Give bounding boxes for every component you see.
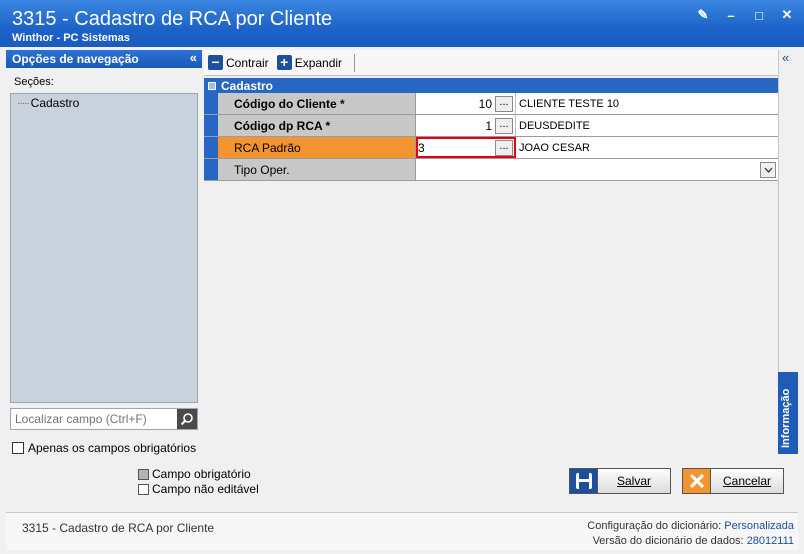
tree-connector: ····· bbox=[17, 97, 30, 109]
navigation-panel: Opções de navegação « Seções: ····· Cada… bbox=[6, 50, 202, 462]
lookup-button[interactable]: ... bbox=[495, 139, 513, 156]
legend-required: Campo obrigatório bbox=[138, 467, 259, 481]
collapse-info-icon[interactable]: « bbox=[782, 50, 789, 65]
readonly-swatch bbox=[138, 483, 149, 495]
search-button[interactable] bbox=[177, 409, 197, 429]
collapse-button[interactable]: − Contrair bbox=[208, 55, 269, 70]
tree-item-label: Cadastro bbox=[30, 96, 80, 110]
dictionary-config-label: Configuração do dicionário: bbox=[587, 520, 722, 532]
maximize-button[interactable]: □ bbox=[752, 8, 766, 23]
dictionary-version-row: Versão do dicionário de dados: 28012111 bbox=[587, 534, 794, 549]
search-icon bbox=[180, 413, 193, 426]
row-indent bbox=[204, 93, 218, 114]
navigation-header: Opções de navegação « bbox=[6, 50, 202, 68]
sections-tree: ····· Cadastro bbox=[10, 93, 198, 403]
field-label: Código dp RCA * bbox=[218, 115, 416, 136]
toolbar: − Contrair + Expandir bbox=[204, 50, 778, 76]
window-controls: ✎ – □ ✕ bbox=[696, 7, 794, 23]
row-indent bbox=[204, 159, 218, 180]
grid-section-title: Cadastro bbox=[221, 78, 274, 93]
dictionary-config-row: Configuração do dicionário: Personalizad… bbox=[587, 519, 794, 534]
required-only-label: Apenas os campos obrigatórios bbox=[28, 441, 197, 455]
row-indent bbox=[204, 115, 218, 136]
field-description: CLIENTE TESTE 10 bbox=[516, 93, 778, 114]
status-dictionary-info: Configuração do dicionário: Personalizad… bbox=[587, 519, 794, 549]
plus-icon: + bbox=[276, 55, 292, 70]
legend: Campo obrigatório Campo não editável bbox=[138, 467, 259, 497]
save-icon bbox=[570, 469, 598, 493]
status-routine: 3315 - Cadastro de RCA por Cliente bbox=[22, 521, 215, 535]
lookup-button[interactable]: ... bbox=[495, 117, 513, 134]
row-indent bbox=[204, 137, 218, 158]
save-label: Salvar bbox=[616, 474, 651, 488]
save-button[interactable]: Salvar bbox=[569, 468, 671, 494]
close-icon bbox=[683, 469, 711, 493]
rca-padrao-field[interactable]: 3 ... bbox=[416, 137, 516, 158]
grid-row-tipo-oper: Tipo Oper. bbox=[204, 159, 778, 181]
close-button[interactable]: ✕ bbox=[780, 7, 794, 22]
lookup-button[interactable]: ... bbox=[495, 95, 513, 112]
title-bar: 3315 - Cadastro de RCA por Cliente Winth… bbox=[0, 0, 804, 47]
info-tab[interactable]: Informação bbox=[778, 372, 798, 454]
required-swatch bbox=[138, 468, 149, 480]
codigo-cliente-field[interactable]: 10 ... bbox=[416, 93, 516, 114]
dictionary-version-label: Versão do dicionário de dados: bbox=[592, 535, 744, 547]
chevron-down-icon[interactable] bbox=[760, 161, 776, 178]
field-label: RCA Padrão bbox=[218, 137, 416, 158]
expand-button[interactable]: + Expandir bbox=[276, 55, 343, 70]
section-toggle-icon[interactable] bbox=[208, 81, 216, 90]
required-only-checkbox[interactable] bbox=[12, 442, 24, 454]
grid-row-rca-padrao: RCA Padrão 3 ... JOAO CESAR bbox=[204, 137, 778, 159]
tipo-oper-select[interactable] bbox=[416, 159, 778, 180]
property-grid: Cadastro Código do Cliente * 10 ... CLIE… bbox=[204, 78, 778, 181]
sections-label: Seções: bbox=[14, 76, 54, 88]
toolbar-divider bbox=[354, 53, 356, 72]
grid-row-codigo-rca: Código dp RCA * 1 ... DEUSDEDITE bbox=[204, 115, 778, 137]
required-only-checkbox-row[interactable]: Apenas os campos obrigatórios bbox=[12, 441, 196, 455]
field-value: 3 bbox=[418, 140, 425, 155]
grid-section-header[interactable]: Cadastro bbox=[204, 78, 778, 93]
field-description: JOAO CESAR bbox=[516, 137, 778, 158]
cancel-label: Cancelar bbox=[722, 474, 772, 488]
main-panel: − Contrair + Expandir Cadastro Código do… bbox=[204, 50, 778, 462]
search-box bbox=[10, 408, 198, 430]
legend-readonly: Campo não editável bbox=[138, 482, 259, 496]
collapse-label: Contrair bbox=[226, 55, 269, 70]
window-title: 3315 - Cadastro de RCA por Cliente bbox=[12, 8, 333, 30]
field-value: 1 bbox=[485, 118, 492, 133]
status-bar: 3315 - Cadastro de RCA por Cliente Confi… bbox=[6, 512, 798, 550]
codigo-rca-field[interactable]: 1 ... bbox=[416, 115, 516, 136]
field-description: DEUSDEDITE bbox=[516, 115, 778, 136]
field-label: Código do Cliente * bbox=[218, 93, 416, 114]
legend-required-label: Campo obrigatório bbox=[152, 467, 251, 481]
info-tab-label: Informação bbox=[780, 388, 792, 448]
navigation-title: Opções de navegação bbox=[12, 52, 139, 66]
tree-item-cadastro[interactable]: ····· Cadastro bbox=[17, 96, 191, 110]
dictionary-version-value: 28012111 bbox=[746, 535, 794, 547]
cancel-button[interactable]: Cancelar bbox=[682, 468, 784, 494]
grid-row-codigo-cliente: Código do Cliente * 10 ... CLIENTE TESTE… bbox=[204, 93, 778, 115]
legend-readonly-label: Campo não editável bbox=[152, 482, 259, 496]
minimize-button[interactable]: – bbox=[724, 8, 738, 23]
search-input[interactable] bbox=[11, 412, 177, 426]
field-value: 10 bbox=[478, 96, 492, 111]
collapse-nav-icon[interactable]: « bbox=[190, 50, 197, 65]
edit-icon[interactable]: ✎ bbox=[696, 7, 710, 22]
expand-label: Expandir bbox=[294, 55, 343, 70]
field-label: Tipo Oper. bbox=[218, 159, 416, 180]
dictionary-config-value: Personalizada bbox=[724, 520, 794, 532]
minus-icon: − bbox=[208, 55, 223, 70]
window-subtitle: Winthor - PC Sistemas bbox=[12, 32, 130, 44]
